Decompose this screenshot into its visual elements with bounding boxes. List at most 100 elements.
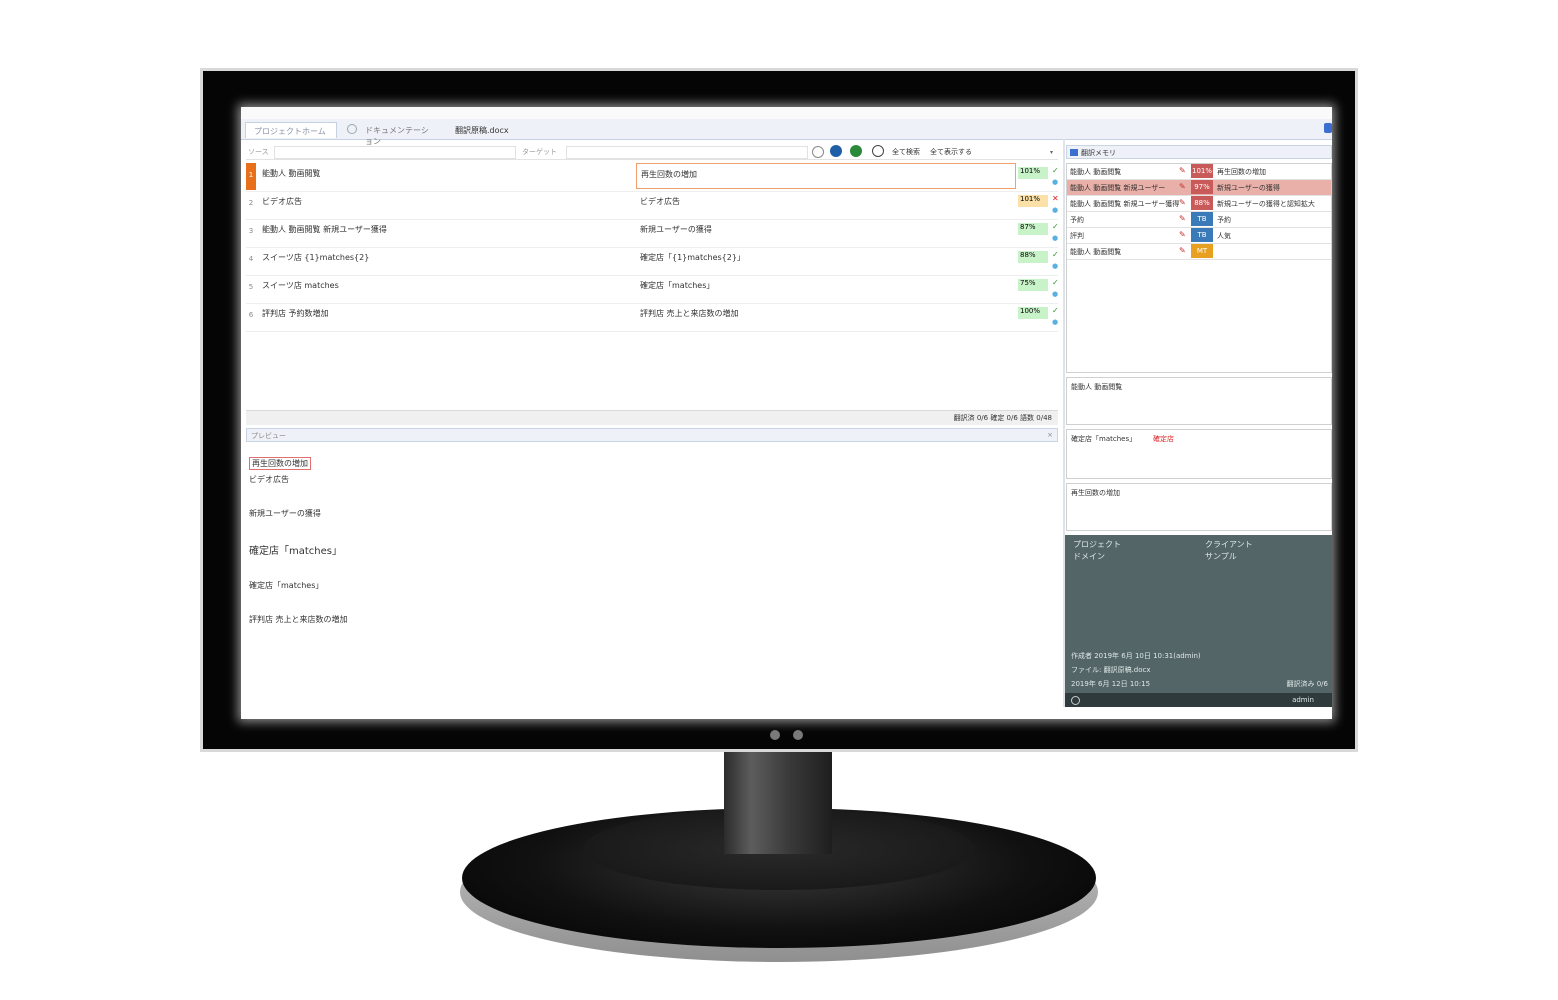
segment-number[interactable]: 6 (246, 303, 256, 330)
comment-icon[interactable]: ● (1052, 290, 1058, 298)
segment-source: ビデオ広告 (262, 197, 302, 206)
tm-source: 能動人 動画閲覧 (1070, 168, 1122, 176)
segment-source: 能動人 動画閲覧 (262, 169, 321, 178)
compare-changed: 確定店 (1153, 435, 1174, 443)
modified-text: 作成者 2019年 6月 10日 10:31(admin) (1071, 652, 1201, 660)
search-user-icon[interactable] (812, 146, 824, 158)
match-percent: 101% (1018, 167, 1048, 179)
segment-target[interactable]: 評判店 売上と来店数の増加 (640, 308, 739, 319)
segment-target[interactable]: ビデオ広告 (640, 196, 680, 207)
check-icon[interactable]: ✓ (1052, 278, 1059, 287)
segment-row[interactable]: 1 能動人 動画閲覧 再生回数の増加 101% ✓ ● (246, 163, 1059, 192)
tab-project-home[interactable]: プロジェクトホーム (245, 122, 337, 138)
preview-header: プレビュー × (246, 428, 1058, 442)
check-icon[interactable]: ✓ (1052, 250, 1059, 259)
match-percent: 87% (1018, 223, 1048, 235)
check-icon[interactable]: ✓ (1052, 306, 1059, 315)
segment-target-cell[interactable]: ビデオ広告 (636, 191, 1016, 217)
error-icon[interactable]: ✕ (1052, 194, 1059, 203)
segment-target-cell[interactable]: 確定店「{1}matches{2}」 (636, 247, 1016, 273)
close-icon[interactable]: × (1047, 431, 1053, 439)
match-badge: TB (1191, 228, 1213, 242)
pencil-icon[interactable]: ✎ (1179, 246, 1186, 255)
filter-bar: ソース ターゲット 全て検索 全て表示する ▾ (246, 145, 1058, 160)
segment-row[interactable]: 6 評判店 予約数増加 評判店 売上と来店数の増加 100% ✓ ● (246, 303, 1059, 332)
tab-document[interactable]: 翻訳原稿.docx (447, 122, 525, 138)
segment-source: スイーツ店 matches (262, 281, 339, 290)
match-percent: 100% (1018, 307, 1048, 319)
segment-target[interactable]: 確定店「matches」 (640, 280, 714, 291)
tm-row[interactable]: 能動人 動画閲覧 ✎ MT (1067, 244, 1331, 260)
search-icon[interactable] (872, 145, 884, 157)
segment-number[interactable]: 5 (246, 275, 256, 302)
segment-number[interactable]: 4 (246, 247, 256, 274)
pencil-icon[interactable]: ✎ (1179, 166, 1186, 175)
help-icon[interactable] (347, 124, 357, 134)
status-right-text: 翻訳済み 0/6 (1286, 680, 1329, 688)
project-label: プロジェクト (1073, 540, 1121, 549)
source-filter-input[interactable] (274, 146, 516, 159)
tab-documentation[interactable]: ドキュメンテーション (357, 122, 439, 146)
tm-title: 翻訳メモリ (1081, 149, 1116, 157)
segment-number[interactable]: 1 (246, 163, 256, 190)
segment-target[interactable]: 新規ユーザーの獲得 (640, 224, 712, 235)
check-icon[interactable]: ✓ (1052, 222, 1059, 231)
search-all-button[interactable]: 全て検索 (892, 147, 920, 157)
segment-target[interactable]: 確定店「{1}matches{2}」 (640, 252, 745, 263)
segment-target[interactable]: 再生回数の増加 (641, 169, 697, 180)
segment-row[interactable]: 5 スイーツ店 matches 確定店「matches」 75% ✓ ● (246, 275, 1059, 304)
tm-row[interactable]: 能動人 動画閲覧 ✎ 101% 再生回数の増加 (1067, 164, 1331, 180)
segment-row[interactable]: 2 ビデオ広告 ビデオ広告 101% ✕ ● (246, 191, 1059, 220)
segment-target-cell[interactable]: 新規ユーザーの獲得 (636, 219, 1016, 245)
target-filter-input[interactable] (566, 146, 808, 159)
tm-row[interactable]: 能動人 動画閲覧 新規ユーザー ✎ 97% 新規ユーザーの獲得 (1067, 180, 1331, 196)
refresh-icon[interactable] (1071, 696, 1080, 705)
segment-row[interactable]: 4 スイーツ店 {1}matches{2} 確定店「{1}matches{2}」 88… (246, 247, 1059, 276)
pin-icon[interactable] (1324, 123, 1332, 133)
comment-icon[interactable]: ● (1052, 318, 1058, 326)
comment-icon[interactable]: ● (1052, 206, 1058, 214)
file-text: ファイル: 翻訳原稿.docx (1071, 666, 1151, 674)
preview-title: プレビュー (251, 432, 286, 440)
tm-source: 予約 (1070, 216, 1084, 224)
check-icon[interactable]: ✓ (1052, 166, 1059, 175)
segment-number[interactable]: 2 (246, 191, 256, 218)
grid-status-text: 翻訳済 0/6 確定 0/6 語数 0/48 (953, 414, 1052, 422)
filter-dropdown[interactable]: 全て表示する (930, 147, 972, 157)
tm-source: 評判 (1070, 232, 1084, 240)
comment-icon[interactable]: ● (1052, 234, 1058, 242)
segment-row[interactable]: 3 能動人 動画閲覧 新規ユーザー獲得 新規ユーザーの獲得 87% ✓ ● (246, 219, 1059, 248)
comment-icon[interactable]: ● (1052, 262, 1058, 270)
pencil-icon[interactable]: ✎ (1179, 182, 1186, 191)
tm-row[interactable]: 評判 ✎ TB 人気 (1067, 228, 1331, 244)
tm-target: 再生回数の増加 (1217, 168, 1266, 176)
pencil-icon[interactable]: ✎ (1179, 214, 1186, 223)
project-info-panel: プロジェクト クライアント ドメイン サンプル 作成者 2019年 6月 10日… (1065, 535, 1332, 707)
add-filter-icon[interactable] (850, 145, 862, 157)
tm-source: 能動人 動画閲覧 新規ユーザー (1070, 184, 1166, 192)
preview-line: 確定店「matches」 (249, 546, 342, 557)
pencil-icon[interactable]: ✎ (1179, 230, 1186, 239)
settings-icon[interactable] (830, 145, 842, 157)
preview-line: 確定店「matches」 (249, 581, 324, 590)
pencil-icon[interactable]: ✎ (1179, 198, 1186, 207)
tm-header: 翻訳メモリ (1066, 145, 1332, 159)
comment-icon[interactable]: ● (1052, 178, 1058, 186)
preview-line: ビデオ広告 (249, 475, 289, 484)
preview-line: 評判店 売上と来店数の増加 (249, 615, 348, 624)
segment-source: 能動人 動画閲覧 新規ユーザー獲得 (262, 225, 387, 234)
match-badge: MT (1191, 244, 1213, 258)
tm-row[interactable]: 能動人 動画閲覧 新規ユーザー獲得 ✎ 88% 新規ユーザーの獲得と認知拡大 (1067, 196, 1331, 212)
segment-number[interactable]: 3 (246, 219, 256, 246)
tm-row[interactable]: 予約 ✎ TB 予約 (1067, 212, 1331, 228)
match-badge: 101% (1191, 164, 1213, 178)
match-badge: 88% (1191, 196, 1213, 210)
preview-line: 再生回数の増加 (249, 457, 311, 470)
segment-target-cell[interactable]: 確定店「matches」 (636, 275, 1016, 301)
tm-target: 予約 (1217, 216, 1231, 224)
chevron-down-icon[interactable]: ▾ (1050, 149, 1053, 156)
tm-source: 能動人 動画閲覧 新規ユーザー獲得 (1070, 200, 1180, 208)
segment-target-cell[interactable]: 再生回数の増加 (636, 163, 1016, 189)
segment-target-cell[interactable]: 評判店 売上と来店数の増加 (636, 303, 1016, 329)
info-footer: admin (1065, 693, 1332, 707)
